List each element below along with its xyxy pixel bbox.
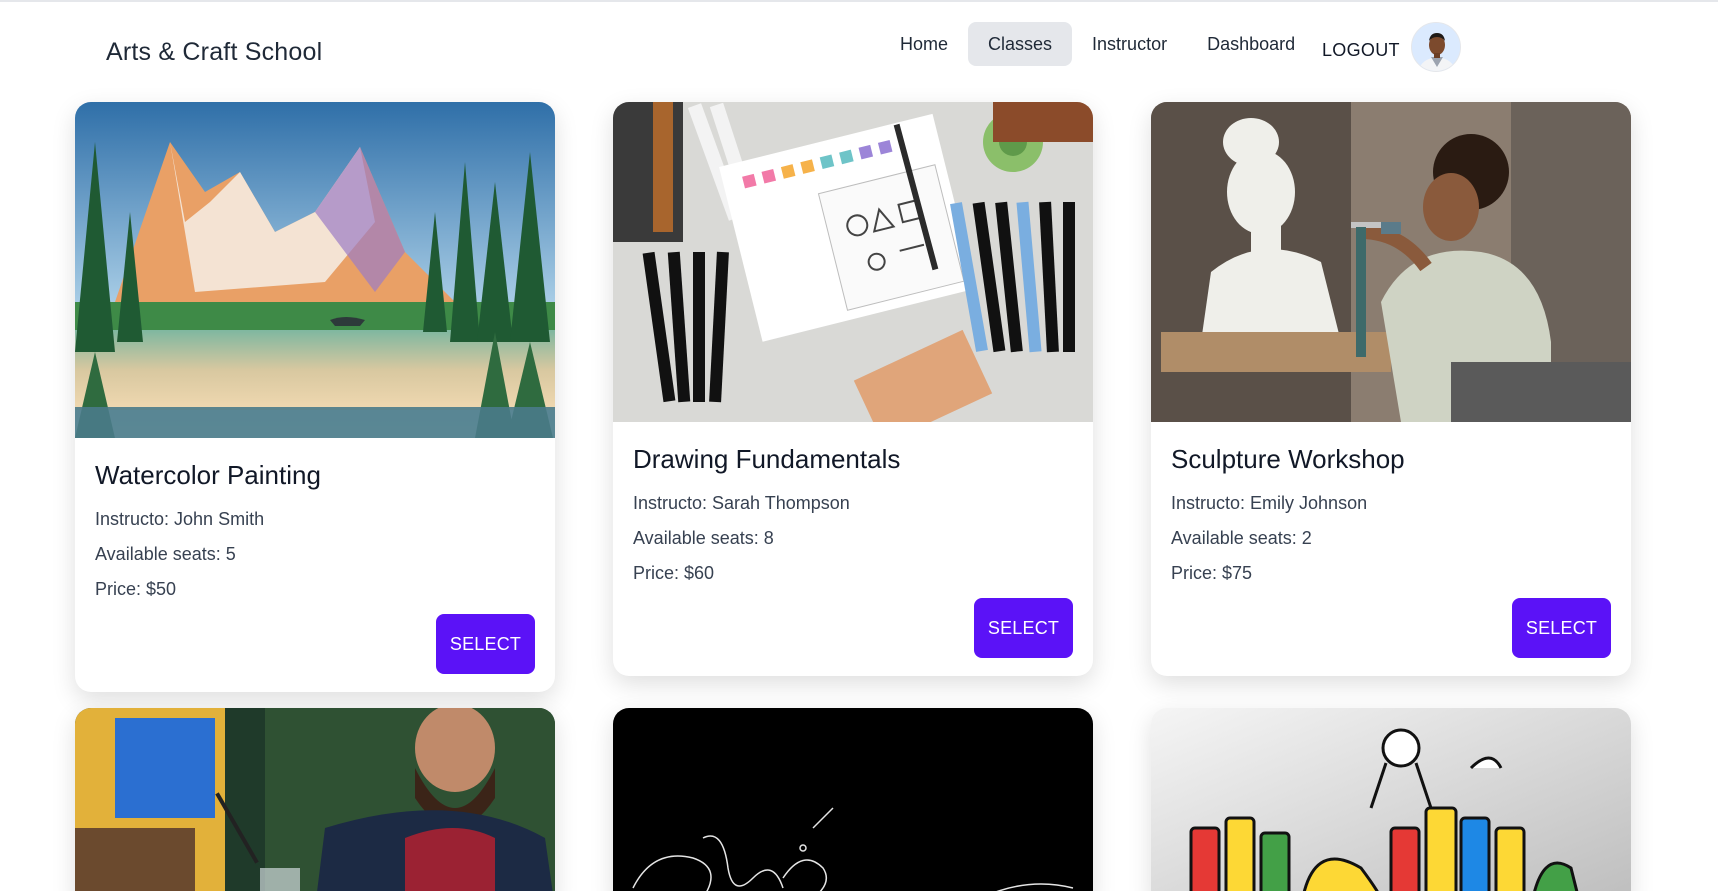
select-button[interactable]: SELECT <box>1512 598 1611 658</box>
class-image-calligraphy <box>613 708 1093 891</box>
class-card <box>1151 708 1631 891</box>
class-image-drawing <box>613 102 1093 422</box>
class-title: Sculpture Workshop <box>1171 444 1405 474</box>
class-image-watercolor <box>75 102 555 438</box>
select-button[interactable]: SELECT <box>436 614 535 674</box>
logout-button[interactable]: LOGOUT <box>1322 40 1400 61</box>
class-image-sculpture <box>1151 102 1631 422</box>
class-title: Watercolor Painting <box>95 460 321 490</box>
class-price: Price: $75 <box>1171 563 1253 583</box>
nav-home[interactable]: Home <box>880 22 968 66</box>
class-card: Sculpture Workshop Instructo: Emily John… <box>1151 102 1631 676</box>
top-border <box>0 0 1718 2</box>
class-card-body: Drawing Fundamentals Instructo: Sarah Th… <box>613 422 1093 676</box>
class-card: Watercolor Painting Instructo: John Smit… <box>75 102 555 692</box>
class-instructor: Instructo: Sarah Thompson <box>633 493 850 513</box>
class-title: Drawing Fundamentals <box>633 444 901 474</box>
class-instructor: Instructo: John Smith <box>95 509 265 529</box>
class-image-painter <box>75 708 555 891</box>
class-seats: Available seats: 2 <box>1171 528 1312 548</box>
class-seats: Available seats: 8 <box>633 528 774 548</box>
brand-title[interactable]: Arts & Craft School <box>106 38 322 67</box>
class-card-body: Watercolor Painting Instructo: John Smit… <box>75 438 555 692</box>
nav-dashboard[interactable]: Dashboard <box>1187 22 1315 66</box>
class-card: Drawing Fundamentals Instructo: Sarah Th… <box>613 102 1093 676</box>
class-card-body: Sculpture Workshop Instructo: Emily John… <box>1151 422 1631 676</box>
class-image-graffiti <box>1151 708 1631 891</box>
class-seats: Available seats: 5 <box>95 544 236 564</box>
nav-instructor[interactable]: Instructor <box>1072 22 1187 66</box>
main-nav: Home Classes Instructor Dashboard <box>880 22 1315 66</box>
user-avatar[interactable] <box>1411 22 1461 72</box>
select-button[interactable]: SELECT <box>974 598 1073 658</box>
class-card <box>75 708 555 891</box>
class-price: Price: $60 <box>633 563 715 583</box>
class-instructor: Instructo: Emily Johnson <box>1171 493 1368 513</box>
nav-classes[interactable]: Classes <box>968 22 1073 66</box>
class-price: Price: $50 <box>95 579 177 599</box>
class-card <box>613 708 1093 891</box>
